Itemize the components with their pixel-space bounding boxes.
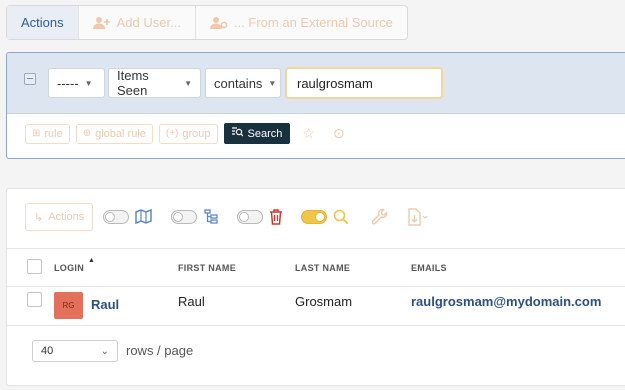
actions-arrow-icon: ↳: [34, 211, 44, 224]
tree-icon: [203, 209, 219, 225]
avatar: RG: [54, 292, 83, 319]
operator-select[interactable]: contains ▼: [205, 68, 281, 98]
add-group-label: group: [182, 127, 211, 140]
export-file-icon[interactable]: [407, 208, 429, 226]
link-select[interactable]: ----- ▼: [48, 68, 105, 98]
add-rule-label: rule: [44, 127, 63, 140]
add-user-label: Add User...: [116, 15, 181, 30]
page-size-select[interactable]: 40 ⌄: [32, 340, 118, 362]
wrench-icon[interactable]: [371, 208, 389, 226]
chevron-down-icon: ⌄: [100, 345, 109, 357]
last-name-cell: Grosmam: [295, 294, 353, 309]
actions-button[interactable]: Actions: [7, 6, 79, 39]
column-emails[interactable]: EMAILS: [411, 263, 447, 273]
caret-down-icon: ▼: [184, 78, 192, 88]
criteria-actions: ⊞ rule ⊕ global rule (+) group Search ☆ …: [25, 123, 363, 144]
results-toolbar: ↳ Actions: [25, 203, 447, 231]
remove-criteria-icon[interactable]: [24, 73, 36, 85]
plus-group-icon: (+): [165, 128, 179, 139]
tree-toggle[interactable]: [171, 210, 198, 224]
results-panel: ↳ Actions LOGIN FIRST NAME LAST NAME EMA…: [6, 188, 625, 386]
first-name-cell: Raul: [178, 294, 205, 309]
external-source-label: ... From an External Source: [233, 15, 393, 30]
field-select-value: Items Seen: [117, 68, 149, 98]
search-toggle[interactable]: [301, 210, 328, 224]
massive-actions-label: Actions: [48, 211, 85, 223]
search-value-input[interactable]: raulgrosmam: [285, 67, 443, 99]
add-global-rule-button[interactable]: ⊕ global rule: [75, 123, 153, 144]
star-icon[interactable]: ☆: [302, 125, 315, 142]
user-plus-icon: [92, 16, 111, 30]
link-select-value: -----: [57, 75, 79, 91]
caret-down-icon: ▼: [84, 78, 93, 88]
massive-actions-button[interactable]: ↳ Actions: [25, 203, 94, 231]
map-toggle[interactable]: [103, 210, 130, 224]
field-select[interactable]: Items Seen ▼: [108, 68, 201, 98]
column-first-name[interactable]: FIRST NAME: [178, 263, 236, 273]
add-rule-button[interactable]: ⊞ rule: [25, 123, 70, 144]
user-gear-icon: [209, 16, 228, 30]
column-login[interactable]: LOGIN: [54, 263, 84, 273]
top-toolbar: Actions Add User... ... From an External…: [6, 5, 408, 40]
map-icon: [135, 209, 153, 225]
plus-circle-icon: ⊕: [82, 128, 92, 139]
add-global-rule-label: global rule: [95, 127, 146, 140]
operator-select-value: contains: [214, 75, 263, 91]
sort-ascending-icon: ▲: [88, 257, 95, 264]
trash-toggle[interactable]: [237, 210, 264, 224]
table-row: RG Raul Raul Grosmam raulgrosmam@mydomai…: [7, 285, 625, 326]
add-user-button[interactable]: Add User...: [79, 6, 196, 39]
plus-square-icon: ⊞: [32, 128, 41, 139]
select-all-checkbox[interactable]: [27, 259, 42, 274]
search-criteria-panel: ----- ▼ Items Seen ▼ contains ▼ raulgros…: [6, 52, 625, 159]
column-last-name[interactable]: LAST NAME: [295, 263, 350, 273]
search-list-icon: [231, 127, 243, 140]
caret-down-icon: ▼: [268, 78, 277, 88]
search-button[interactable]: Search: [223, 123, 291, 144]
email-link[interactable]: raulgrosmam@mydomain.com: [411, 294, 601, 309]
external-source-button[interactable]: ... From an External Source: [196, 6, 407, 39]
row-checkbox[interactable]: [27, 292, 42, 307]
rows-per-page-label: rows / page: [126, 343, 194, 358]
page-size-value: 40: [41, 345, 54, 357]
search-button-label: Search: [247, 127, 283, 140]
trash-icon: [269, 209, 283, 225]
add-group-button[interactable]: (+) group: [158, 123, 218, 144]
search-value-text: raulgrosmam: [297, 75, 373, 91]
avatar-initials: RG: [62, 301, 75, 310]
login-link[interactable]: Raul: [91, 297, 119, 312]
criteria-row: ----- ▼ Items Seen ▼ contains ▼ raulgros…: [7, 53, 625, 114]
actions-label: Actions: [21, 15, 64, 30]
magnifier-icon: [333, 209, 349, 225]
table-header: LOGIN FIRST NAME LAST NAME EMAILS: [7, 248, 625, 287]
reset-circle-icon[interactable]: ⊙: [333, 125, 345, 142]
